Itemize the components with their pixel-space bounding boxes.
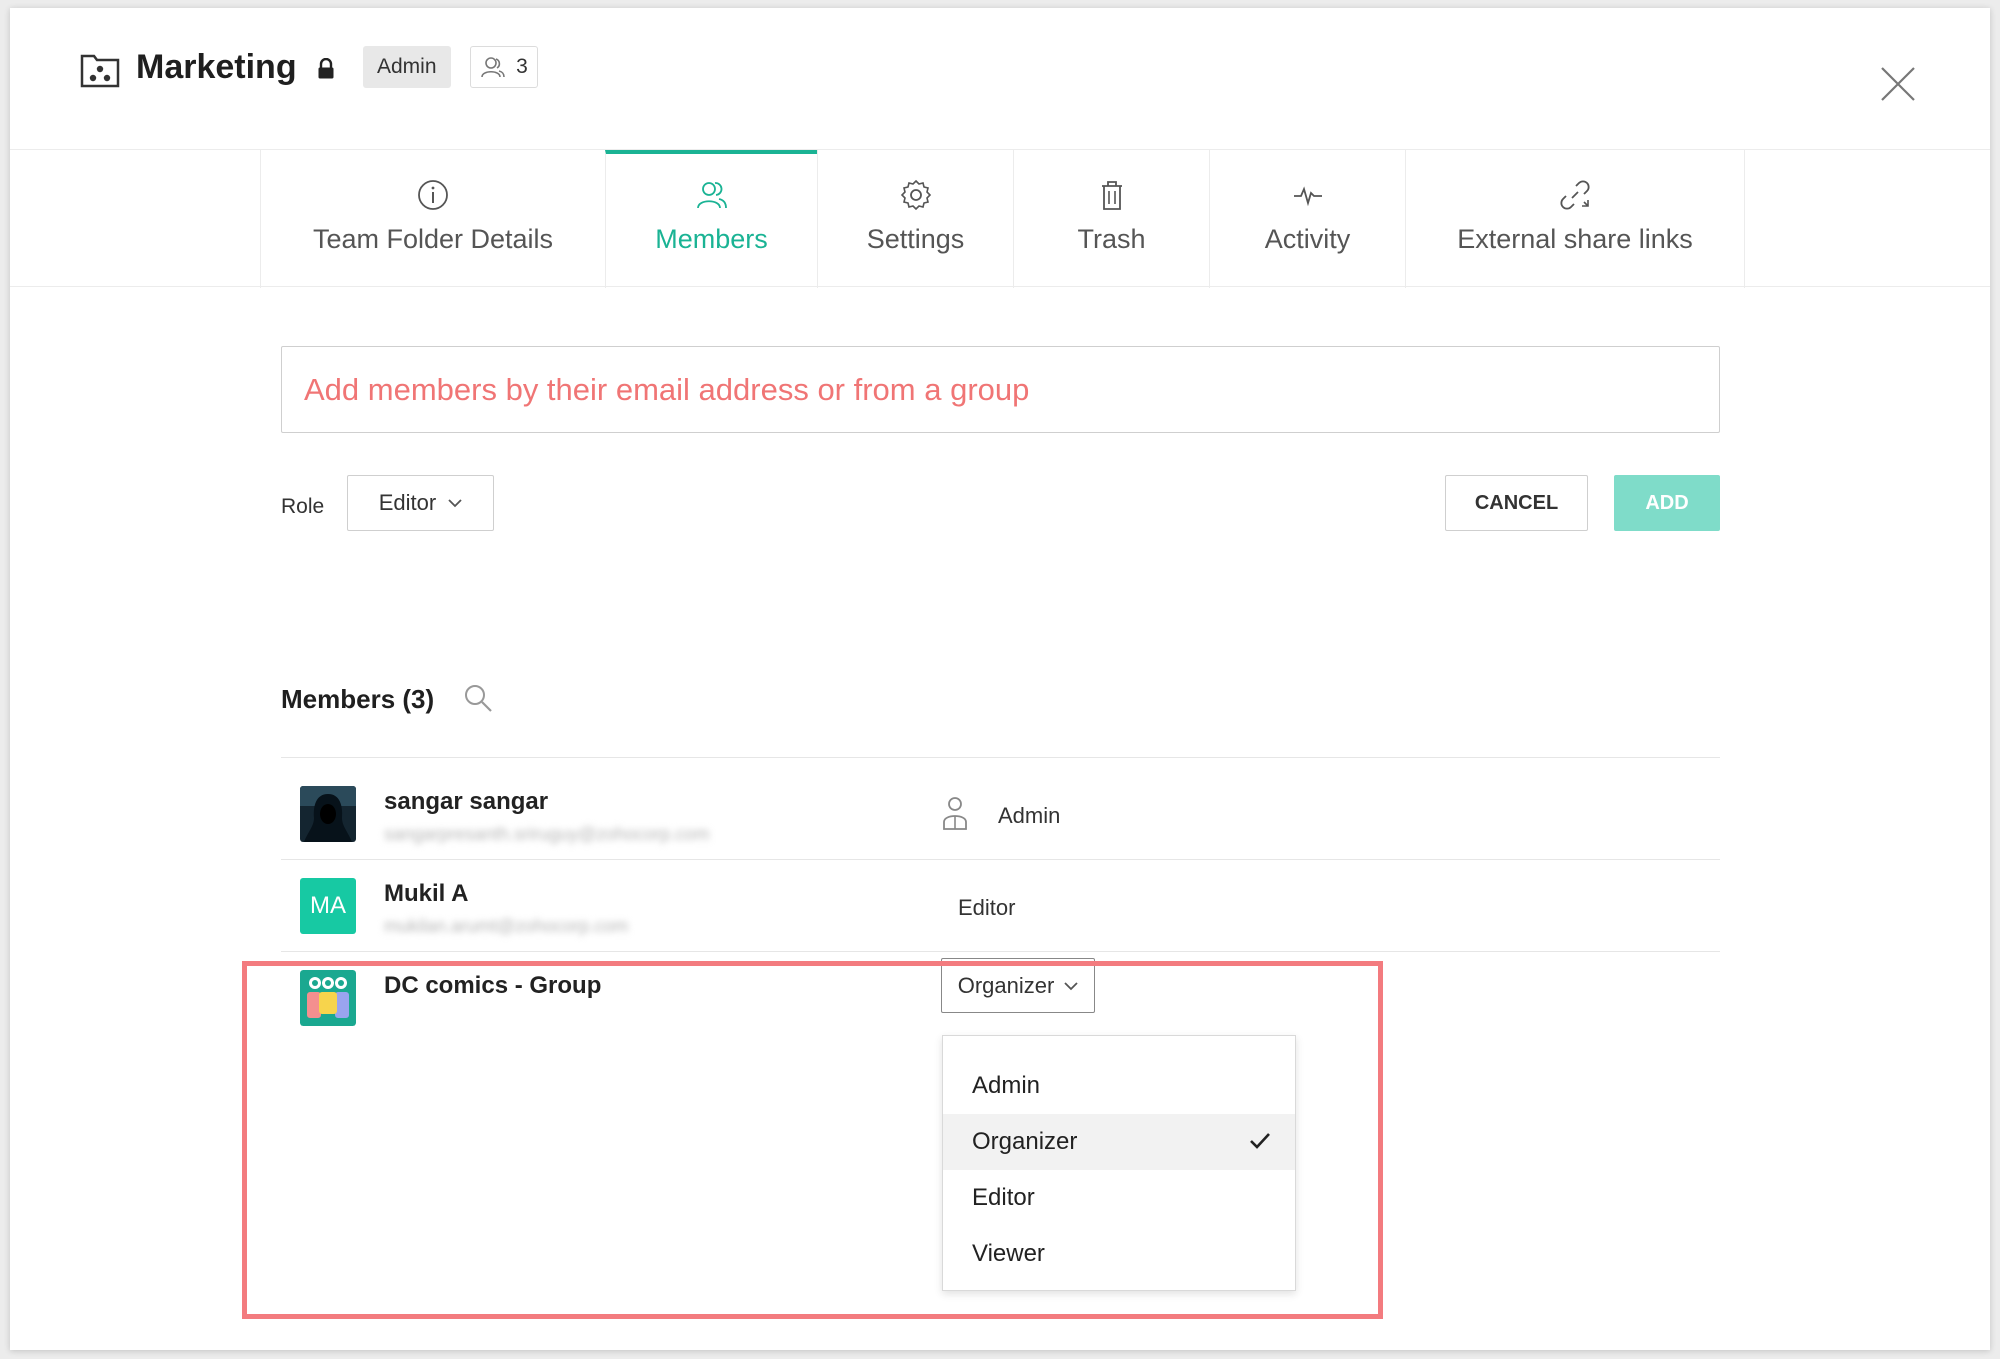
link-icon [1560,180,1590,210]
close-icon[interactable] [1878,64,1918,104]
members-icon [481,57,505,78]
member-row[interactable]: sangar sangar sangarpresanth.sriruguy@zo… [281,786,1720,876]
trash-icon [1101,181,1122,210]
avatar [300,970,356,1026]
cancel-button[interactable]: CANCEL [1445,475,1588,531]
tab-label: Settings [866,224,965,254]
member-count-badge[interactable]: 3 [470,46,538,88]
list-divider [281,757,1720,758]
page-title: Marketing [136,48,297,86]
role-select[interactable]: Editor [347,475,494,531]
tab-bar: Team Folder Details Members Settings Tra… [10,149,1990,288]
chevron-down-icon [448,499,462,508]
lock-icon [318,58,334,79]
member-role: Admin [998,803,1061,828]
add-members-input[interactable]: Add members by their email address or fr… [281,346,1720,433]
gear-icon [900,179,931,211]
info-icon [418,180,448,210]
role-option-label: Organizer [972,1128,1078,1155]
tab-external-share-links[interactable]: External share links [1405,150,1745,288]
member-row[interactable]: MA Mukil A mukilan.arumt@zohocorp.com Ed… [281,878,1720,968]
tab-label: External share links [1457,224,1693,254]
members-heading: Members (3) [281,684,435,714]
tab-label: Members [655,224,768,254]
team-folder-icon [80,54,120,88]
avatar [300,786,356,842]
role-menu: Admin Organizer Editor Viewer [942,1035,1296,1291]
group-icon [300,970,356,1026]
tab-label: Trash [1077,224,1146,254]
tab-members[interactable]: Members [605,150,817,288]
tab-trash[interactable]: Trash [1013,150,1209,288]
chevron-down-icon [1064,981,1078,990]
panel-header: Marketing Admin 3 [10,8,1990,148]
avatar: MA [300,878,356,934]
member-name: DC comics - Group [384,972,602,999]
tab-label: Team Folder Details [312,224,554,254]
tab-team-folder-details[interactable]: Team Folder Details [260,150,605,288]
list-divider [281,951,1720,952]
member-count: 3 [516,55,528,78]
admin-user-icon [943,797,967,830]
member-email: sangarpresanth.sriruguy@zohocorp.com [384,824,710,844]
role-option-admin[interactable]: Admin [943,1058,1295,1114]
member-role-value: Organizer [957,972,1055,998]
role-option-organizer[interactable]: Organizer [943,1114,1295,1170]
member-role-dropdown[interactable]: Organizer [941,958,1095,1013]
search-icon[interactable] [462,682,494,714]
member-name: Mukil A [384,880,469,907]
member-email: mukilan.arumt@zohocorp.com [384,916,629,936]
checkmark-icon [1250,1133,1270,1149]
role-option-editor[interactable]: Editor [943,1170,1295,1226]
member-role: Editor [958,895,1016,920]
team-folder-panel: Marketing Admin 3 Team Folder Details Me… [10,8,1990,1350]
list-divider [281,859,1720,860]
tab-settings[interactable]: Settings [817,150,1013,288]
user-photo-icon [300,786,356,842]
add-button[interactable]: ADD [1614,475,1720,531]
member-name: sangar sangar [384,788,549,815]
role-badge: Admin [363,46,451,88]
activity-icon [1293,186,1322,207]
tab-label: Activity [1264,224,1351,254]
tab-activity[interactable]: Activity [1209,150,1405,288]
role-label: Role [281,495,325,518]
members-icon [696,182,727,209]
role-option-viewer[interactable]: Viewer [943,1226,1295,1282]
role-select-value: Editor [378,490,437,515]
